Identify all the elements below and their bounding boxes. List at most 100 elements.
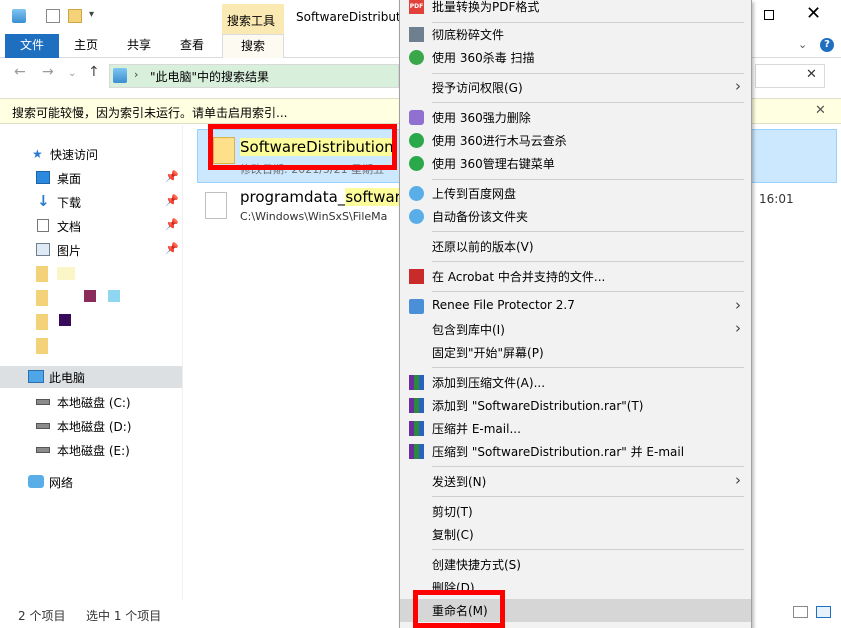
menu-item-add-to-rar[interactable]: 添加到 "SoftwareDistribution.rar"(T) bbox=[400, 394, 751, 417]
maximize-button[interactable] bbox=[764, 10, 774, 20]
menu-item-send-to[interactable]: 发送到(N) › bbox=[400, 470, 751, 493]
menu-item-label: Renee File Protector 2.7 bbox=[432, 298, 575, 312]
menu-item-cut[interactable]: 剪切(T) bbox=[400, 500, 751, 523]
windows-drive-icon bbox=[36, 399, 50, 405]
acrobat-icon bbox=[409, 269, 424, 284]
winrar-icon bbox=[409, 421, 424, 436]
help-icon[interactable]: ? bbox=[820, 38, 834, 52]
menu-item-label: 添加到压缩文件(A)... bbox=[432, 376, 546, 390]
nav-item-drive-c[interactable]: 本地磁盘 (C:) bbox=[0, 391, 182, 413]
menu-item-360-scan[interactable]: 使用 360杀毒 扫描 bbox=[400, 46, 751, 69]
nav-item-pinned-folder[interactable] bbox=[0, 263, 182, 285]
forward-arrow-icon[interactable]: → bbox=[42, 64, 54, 80]
menu-item-compress-rar-email[interactable]: 压缩到 "SoftwareDistribution.rar" 并 E-mail bbox=[400, 440, 751, 463]
close-button[interactable]: ✕ bbox=[806, 4, 821, 24]
folder-icon bbox=[36, 338, 48, 354]
new-folder-icon[interactable] bbox=[68, 9, 82, 23]
search-match-highlight: softwar bbox=[345, 188, 401, 206]
menu-item-label: 添加到 "SoftwareDistribution.rar"(T) bbox=[432, 399, 644, 413]
tab-search[interactable]: 搜索 bbox=[222, 34, 284, 58]
menu-item-label: 上传到百度网盘 bbox=[432, 187, 517, 201]
winrar-icon bbox=[409, 375, 424, 390]
nav-item-this-pc[interactable]: 此电脑 bbox=[0, 366, 182, 388]
this-pc-icon bbox=[113, 68, 127, 83]
menu-separator bbox=[432, 261, 744, 262]
file-name[interactable]: programdata_softwar bbox=[240, 188, 401, 206]
menu-item-label: 批量转换为PDF格式 bbox=[432, 0, 540, 14]
search-clear-icon[interactable]: ✕ bbox=[806, 67, 817, 82]
nav-label: 网络 bbox=[49, 476, 74, 490]
menu-item-create-shortcut[interactable]: 创建快捷方式(S) bbox=[400, 553, 751, 576]
context-tab-search-tools: 搜索工具 bbox=[222, 4, 284, 34]
submenu-arrow-icon: › bbox=[735, 471, 741, 489]
menu-item-baidu-upload[interactable]: 上传到百度网盘 bbox=[400, 182, 751, 205]
menu-separator bbox=[432, 466, 744, 467]
menu-item-renee[interactable]: Renee File Protector 2.7 › bbox=[400, 295, 751, 318]
menu-item-shred[interactable]: 彻底粉碎文件 bbox=[400, 23, 751, 46]
properties-icon[interactable] bbox=[46, 9, 60, 23]
menu-item-add-archive[interactable]: 添加到压缩文件(A)... bbox=[400, 371, 751, 394]
menu-item-compress-email[interactable]: 压缩并 E-mail... bbox=[400, 417, 751, 440]
nav-item-drive-e[interactable]: 本地磁盘 (E:) bbox=[0, 439, 182, 461]
nav-item-pinned-folder[interactable] bbox=[0, 311, 182, 333]
menu-item-label: 压缩并 E-mail... bbox=[432, 422, 521, 436]
menu-item-acrobat-combine[interactable]: 在 Acrobat 中合并支持的文件... bbox=[400, 265, 751, 288]
tab-view[interactable]: 查看 bbox=[172, 34, 212, 58]
nav-label: 下载 bbox=[57, 196, 82, 210]
nav-item-documents[interactable]: 文档 📌 bbox=[0, 215, 182, 237]
submenu-arrow-icon: › bbox=[735, 319, 741, 337]
nav-label: 快速访问 bbox=[50, 148, 99, 162]
pin-icon: 📌 bbox=[165, 218, 179, 231]
nav-item-pinned-folder[interactable] bbox=[0, 287, 182, 309]
menu-item-label: 固定到"开始"屏幕(P) bbox=[432, 346, 544, 360]
large-icons-view-icon[interactable] bbox=[816, 606, 831, 618]
menu-item-360-trojan[interactable]: 使用 360进行木马云查杀 bbox=[400, 129, 751, 152]
nav-quick-access[interactable]: ★ 快速访问 bbox=[0, 143, 182, 165]
nav-item-network[interactable]: 网络 bbox=[0, 471, 182, 493]
menu-item-label: 发送到(N) bbox=[432, 475, 487, 489]
drive-icon bbox=[36, 423, 50, 429]
expand-ribbon-icon[interactable]: ⌄ bbox=[798, 38, 807, 51]
menu-item-label: 在 Acrobat 中合并支持的文件... bbox=[432, 270, 606, 284]
menu-item-batch-pdf[interactable]: PDF 批量转换为PDF格式 bbox=[400, 0, 751, 18]
winrar-icon bbox=[409, 444, 424, 459]
tab-file[interactable]: 文件 bbox=[5, 34, 59, 58]
pdf-icon: PDF bbox=[409, 0, 424, 14]
tab-share[interactable]: 共享 bbox=[119, 34, 159, 58]
recent-locations-chevron-icon[interactable]: ⌄ bbox=[68, 68, 76, 79]
menu-item-pin-start[interactable]: 固定到"开始"屏幕(P) bbox=[400, 341, 751, 364]
up-arrow-icon[interactable]: ↑ bbox=[88, 64, 100, 80]
nav-label: 文档 bbox=[57, 220, 82, 234]
nav-item-downloads[interactable]: ↓ 下载 📌 bbox=[0, 191, 182, 213]
menu-item-restore-versions[interactable]: 还原以前的版本(V) bbox=[400, 235, 751, 258]
menu-item-label: 剪切(T) bbox=[432, 505, 473, 519]
folder-icon bbox=[36, 290, 48, 306]
selected-count: 选中 1 个项目 bbox=[86, 609, 162, 623]
menu-item-baidu-backup[interactable]: 自动备份该文件夹 bbox=[400, 205, 751, 228]
file-time: 16:01 bbox=[759, 192, 794, 206]
breadcrumb-chevron-icon[interactable]: › bbox=[134, 68, 138, 81]
360-antivirus-icon bbox=[409, 50, 424, 65]
menu-item-include-library[interactable]: 包含到库中(I) › bbox=[400, 318, 751, 341]
menu-item-label: 彻底粉碎文件 bbox=[432, 28, 505, 42]
menu-item-grant-access[interactable]: 授予访问权限(G) › bbox=[400, 76, 751, 99]
tab-home[interactable]: 主页 bbox=[66, 34, 106, 58]
back-arrow-icon[interactable]: ← bbox=[14, 64, 26, 80]
nav-item-desktop[interactable]: 桌面 📌 bbox=[0, 167, 182, 189]
menu-item-label: 使用 360管理右键菜单 bbox=[432, 157, 555, 171]
menu-item-copy[interactable]: 复制(C) bbox=[400, 523, 751, 546]
obscured-label bbox=[57, 267, 75, 280]
details-view-icon[interactable] bbox=[793, 606, 808, 618]
nav-label: 桌面 bbox=[57, 172, 82, 186]
nav-item-drive-d[interactable]: 本地磁盘 (D:) bbox=[0, 415, 182, 437]
nav-item-pictures[interactable]: 图片 📌 bbox=[0, 239, 182, 261]
menu-item-360-menu[interactable]: 使用 360管理右键菜单 bbox=[400, 152, 751, 175]
menu-item-label: 使用 360进行木马云查杀 bbox=[432, 134, 567, 148]
window-title: SoftwareDistributi bbox=[296, 10, 404, 24]
menu-separator bbox=[432, 291, 744, 292]
renee-icon bbox=[409, 299, 424, 314]
nav-item-pinned-folder[interactable] bbox=[0, 335, 182, 357]
info-bar-close-icon[interactable]: ✕ bbox=[815, 103, 826, 118]
menu-item-360-delete[interactable]: 使用 360强力删除 bbox=[400, 106, 751, 129]
quick-access-toolbar-dropdown-icon[interactable]: ▾ bbox=[89, 9, 94, 20]
